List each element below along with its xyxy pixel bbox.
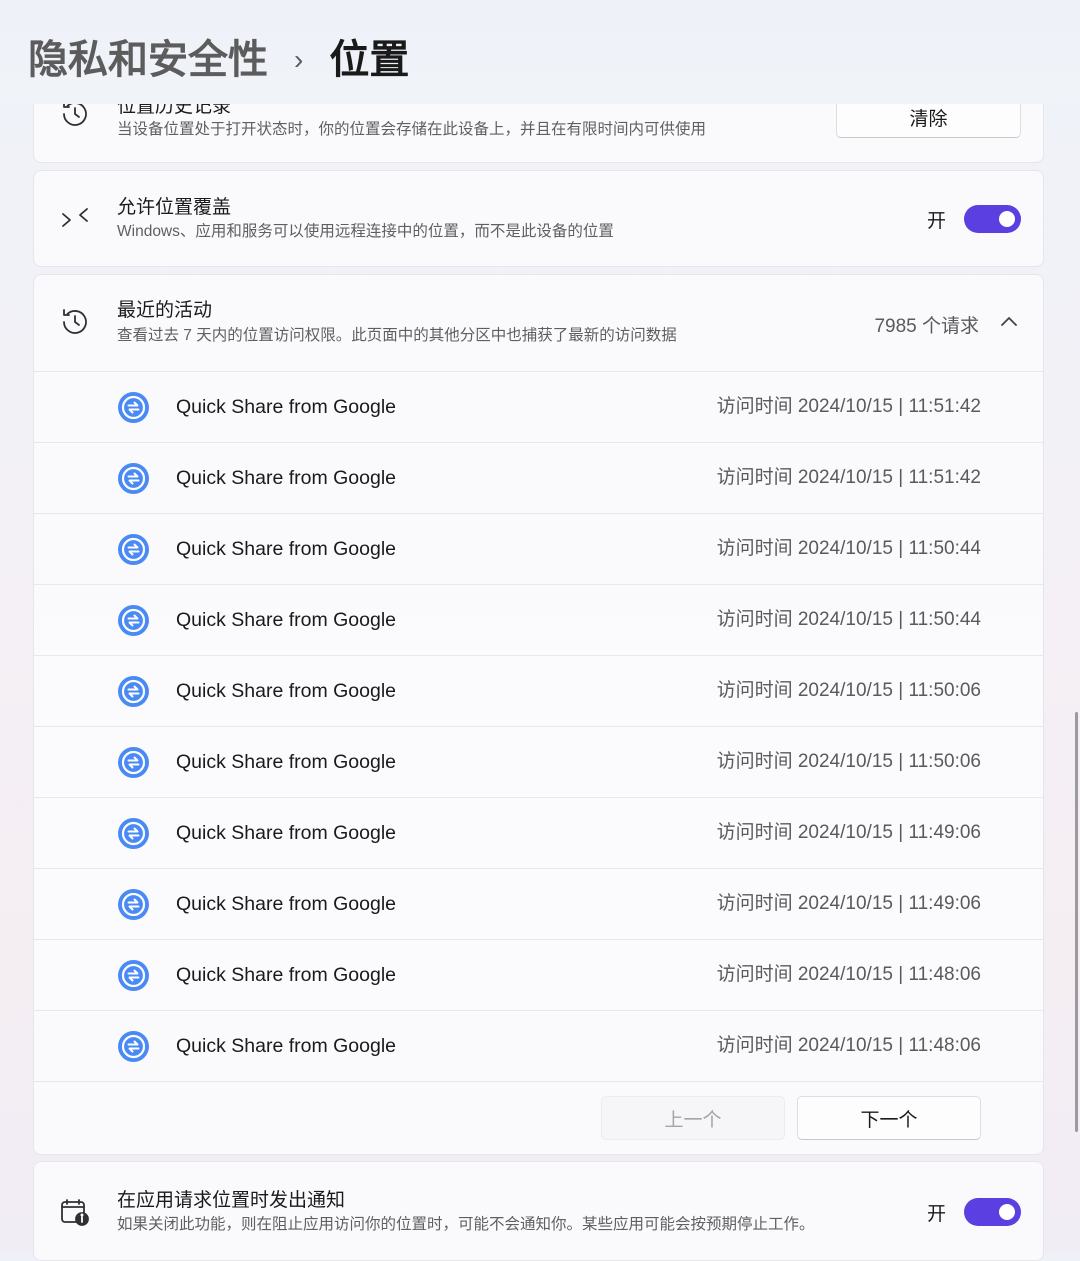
activity-app-name: Quick Share from Google bbox=[176, 1035, 397, 1057]
previous-page-button[interactable]: 上一个 bbox=[601, 1096, 785, 1140]
activity-access-time: 访问时间 2024/10/15 | 11:51:42 bbox=[716, 467, 981, 488]
recent-activity-description: 查看过去 7 天内的位置访问权限。此页面中的其他分区中也捕获了最新的访问数据 bbox=[117, 327, 677, 344]
recent-activity-title: 最近的活动 bbox=[117, 300, 213, 321]
toggle-state-label: 开 bbox=[926, 210, 946, 232]
activity-app-name: Quick Share from Google bbox=[176, 538, 397, 560]
recent-activity-header[interactable]: 最近的活动 查看过去 7 天内的位置访问权限。此页面中的其他分区中也捕获了最新的… bbox=[34, 275, 1043, 371]
notify-card: 在应用请求位置时发出通知 如果关闭此功能，则在阻止应用访问你的位置时，可能不会通… bbox=[33, 1161, 1044, 1261]
location-override-card: 允许位置覆盖 Windows、应用和服务可以使用远程连接中的位置，而不是此设备的… bbox=[33, 170, 1044, 267]
request-count: 7985 个请求 bbox=[874, 316, 979, 337]
location-override-title: 允许位置覆盖 bbox=[117, 197, 232, 218]
toggle-state-label: 开 bbox=[926, 1203, 946, 1225]
activity-access-time: 访问时间 2024/10/15 | 11:50:06 bbox=[716, 680, 981, 701]
activity-access-time: 访问时间 2024/10/15 | 11:49:06 bbox=[716, 822, 981, 843]
activity-app-name: Quick Share from Google bbox=[176, 822, 397, 844]
quick-share-app-icon bbox=[117, 533, 150, 566]
quick-share-app-icon bbox=[117, 746, 150, 779]
activity-row: Quick Share from Google 访问时间 2024/10/15 |… bbox=[34, 797, 1043, 868]
activity-row: Quick Share from Google 访问时间 2024/10/15 |… bbox=[34, 726, 1043, 797]
toggle-knob bbox=[999, 211, 1015, 227]
activity-app-name: Quick Share from Google bbox=[176, 680, 397, 702]
location-override-toggle-group: 开 bbox=[927, 205, 1021, 233]
quick-share-app-icon bbox=[117, 604, 150, 637]
activity-row: Quick Share from Google 访问时间 2024/10/15 |… bbox=[34, 1010, 1043, 1081]
pagination-row: 上一个 下一个 bbox=[34, 1081, 1043, 1154]
activity-row: Quick Share from Google 访问时间 2024/10/15 |… bbox=[34, 513, 1043, 584]
quick-share-app-icon bbox=[117, 817, 150, 850]
activity-app-name: Quick Share from Google bbox=[176, 893, 397, 915]
quick-share-app-icon bbox=[117, 675, 150, 708]
activity-app-name: Quick Share from Google bbox=[176, 467, 397, 489]
vertical-scrollbar[interactable] bbox=[1075, 712, 1078, 1132]
activity-access-time: 访问时间 2024/10/15 | 11:50:06 bbox=[716, 751, 981, 772]
notify-toggle-group: 开 bbox=[927, 1198, 1021, 1226]
activity-app-name: Quick Share from Google bbox=[176, 609, 397, 631]
quick-share-app-icon bbox=[117, 888, 150, 921]
activity-access-time: 访问时间 2024/10/15 | 11:50:44 bbox=[716, 609, 981, 630]
chevron-up-icon[interactable] bbox=[999, 313, 1019, 329]
activity-access-time: 访问时间 2024/10/15 | 11:51:42 bbox=[716, 396, 981, 417]
activity-row: Quick Share from Google 访问时间 2024/10/15 |… bbox=[34, 939, 1043, 1010]
activity-access-time: 访问时间 2024/10/15 | 11:50:44 bbox=[716, 538, 981, 559]
next-page-button[interactable]: 下一个 bbox=[797, 1096, 981, 1140]
notification-info-icon bbox=[58, 1194, 92, 1228]
activity-row: Quick Share from Google 访问时间 2024/10/15 |… bbox=[34, 371, 1043, 442]
notify-toggle[interactable] bbox=[964, 1198, 1021, 1226]
quick-share-app-icon bbox=[117, 959, 150, 992]
activity-app-name: Quick Share from Google bbox=[176, 964, 397, 986]
activity-row: Quick Share from Google 访问时间 2024/10/15 |… bbox=[34, 584, 1043, 655]
quick-share-app-icon bbox=[117, 391, 150, 424]
activity-app-name: Quick Share from Google bbox=[176, 396, 397, 418]
activity-list: Quick Share from Google 访问时间 2024/10/15 |… bbox=[34, 371, 1043, 1154]
location-override-toggle[interactable] bbox=[964, 205, 1021, 233]
history-icon bbox=[58, 305, 92, 339]
activity-access-time: 访问时间 2024/10/15 | 11:48:06 bbox=[716, 964, 981, 985]
breadcrumb-parent[interactable]: 隐私和安全性 bbox=[28, 36, 268, 84]
location-override-description: Windows、应用和服务可以使用远程连接中的位置，而不是此设备的位置 bbox=[117, 223, 614, 240]
activity-app-name: Quick Share from Google bbox=[176, 751, 397, 773]
page-header: 隐私和安全性 › 位置 bbox=[0, 0, 1080, 104]
recent-activity-card: 最近的活动 查看过去 7 天内的位置访问权限。此页面中的其他分区中也捕获了最新的… bbox=[33, 274, 1044, 1155]
activity-access-time: 访问时间 2024/10/15 | 11:49:06 bbox=[716, 893, 981, 914]
activity-row: Quick Share from Google 访问时间 2024/10/15 |… bbox=[34, 868, 1043, 939]
remote-override-icon bbox=[58, 203, 92, 237]
location-history-description: 当设备位置处于打开状态时，你的位置会存储在此设备上，并且在有限时间内可供使用 bbox=[117, 121, 707, 138]
chevron-right-icon: › bbox=[294, 44, 304, 75]
quick-share-app-icon bbox=[117, 1030, 150, 1063]
quick-share-app-icon bbox=[117, 462, 150, 495]
toggle-knob bbox=[999, 1204, 1015, 1220]
breadcrumb: 隐私和安全性 › 位置 bbox=[28, 36, 409, 84]
notify-title: 在应用请求位置时发出通知 bbox=[117, 1190, 346, 1211]
notify-description: 如果关闭此功能，则在阻止应用访问你的位置时，可能不会通知你。某些应用可能会按预期… bbox=[117, 1216, 815, 1233]
activity-row: Quick Share from Google 访问时间 2024/10/15 |… bbox=[34, 442, 1043, 513]
activity-row: Quick Share from Google 访问时间 2024/10/15 |… bbox=[34, 655, 1043, 726]
activity-access-time: 访问时间 2024/10/15 | 11:48:06 bbox=[716, 1035, 981, 1056]
page-title: 位置 bbox=[329, 38, 410, 82]
